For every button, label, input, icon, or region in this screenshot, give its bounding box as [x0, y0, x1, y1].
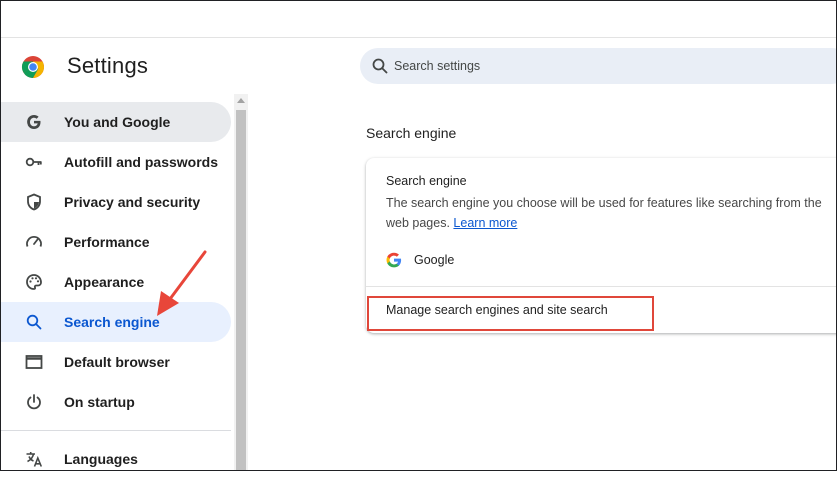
card-description-line: web pages. Learn more	[386, 213, 837, 233]
speedometer-icon	[24, 232, 44, 252]
page-title: Settings	[67, 53, 149, 78]
sidebar-item-label: Privacy and security	[64, 194, 201, 210]
scroll-up-arrow-icon[interactable]	[237, 98, 245, 103]
sidebar-item-appearance[interactable]: Appearance	[0, 262, 231, 302]
search-icon	[24, 312, 44, 332]
sidebar-item-label: Autofill and passwords	[64, 154, 219, 170]
annotation-highlight-box	[367, 296, 654, 331]
settings-sidebar: You and Google Autofill and passwords Pr…	[0, 100, 236, 471]
sidebar-item-you-and-google[interactable]: You and Google	[0, 102, 231, 142]
sidebar-item-label: Default browser	[64, 354, 170, 370]
key-icon	[24, 152, 44, 172]
sidebar-item-languages[interactable]: Languages	[0, 439, 231, 479]
shield-icon	[24, 192, 44, 212]
search-settings-box[interactable]	[360, 48, 837, 84]
sidebar-item-privacy[interactable]: Privacy and security	[0, 182, 231, 222]
google-logo-icon	[386, 252, 402, 268]
scroll-thumb[interactable]	[236, 110, 246, 471]
sidebar-item-label: Appearance	[64, 274, 145, 290]
sidebar-item-autofill[interactable]: Autofill and passwords	[0, 142, 231, 182]
card-description-line: The search engine you choose will be use…	[386, 196, 822, 210]
sidebar-item-performance[interactable]: Performance	[0, 222, 231, 262]
learn-more-link[interactable]: Learn more	[453, 216, 517, 230]
sidebar-divider	[0, 430, 231, 431]
sidebar-item-label: On startup	[64, 394, 135, 410]
card-description: The search engine you choose will be use…	[386, 193, 837, 233]
search-input[interactable]	[394, 48, 794, 84]
section-title: Search engine	[366, 125, 457, 141]
chrome-logo	[22, 56, 44, 78]
sidebar-item-on-startup[interactable]: On startup	[0, 382, 231, 422]
google-g-icon	[24, 112, 44, 132]
sidebar-item-label: You and Google	[64, 114, 171, 130]
sidebar-item-label: Search engine	[64, 314, 160, 330]
sidebar-item-search-engine[interactable]: Search engine	[0, 302, 231, 342]
window-top-bar	[0, 0, 837, 38]
sidebar-item-default-browser[interactable]: Default browser	[0, 342, 231, 382]
search-icon	[372, 58, 388, 74]
browser-window-icon	[24, 352, 44, 372]
sidebar-scrollbar[interactable]	[234, 94, 248, 471]
sidebar-item-label: Languages	[64, 451, 138, 467]
sidebar-item-label: Performance	[64, 234, 150, 250]
card-separator	[366, 286, 837, 287]
default-search-engine-row[interactable]: Google	[386, 250, 454, 270]
translate-icon	[24, 449, 44, 469]
search-engine-name: Google	[414, 253, 455, 267]
card-title: Search engine	[386, 174, 467, 188]
power-icon	[24, 392, 44, 412]
palette-icon	[24, 272, 44, 292]
card-description-tail: web pages.	[386, 216, 450, 230]
